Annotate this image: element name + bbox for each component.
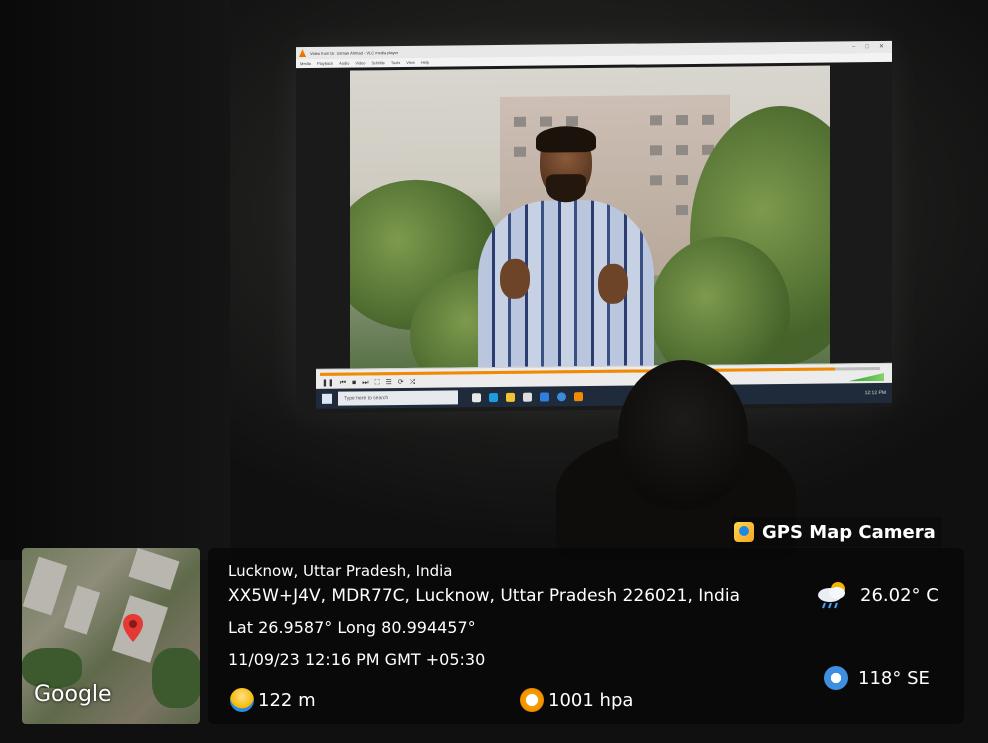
full-address: XX5W+J4V, MDR77C, Lucknow, Uttar Pradesh…	[228, 586, 740, 606]
loop-icon[interactable]: ⟳	[398, 378, 404, 387]
taskbar-apps	[472, 391, 583, 402]
lat-long-coordinates: Lat 26.9587° Long 80.994457°	[228, 618, 476, 637]
wind-stat: 118° SE	[824, 666, 930, 690]
window-controls: – □ ✕	[852, 41, 892, 53]
map-thumbnail: Google	[22, 548, 200, 724]
pressure-gauge-icon	[520, 688, 544, 712]
close-button[interactable]: ✕	[879, 41, 884, 53]
next-icon[interactable]: ⏭	[362, 378, 368, 387]
menu-audio[interactable]: Audio	[339, 59, 349, 68]
menu-help[interactable]: Help	[421, 58, 429, 67]
temperature-value: 26.02° C	[860, 584, 939, 606]
speaker-hair	[536, 125, 596, 153]
chrome-icon[interactable]	[557, 391, 566, 401]
map-pin-icon	[123, 614, 143, 642]
google-logo-text: Google	[34, 682, 112, 707]
maximize-button[interactable]: □	[865, 41, 869, 53]
cloud-rain-sun-icon	[818, 582, 845, 609]
menu-video[interactable]: Video	[355, 58, 365, 67]
menu-subtitle[interactable]: Subtitle	[372, 58, 385, 67]
pressure-stat: 1001 hpa	[520, 688, 633, 712]
windows-start-icon[interactable]	[322, 393, 332, 404]
gps-map-camera-icon	[734, 522, 754, 542]
volume-slider[interactable]	[848, 373, 884, 381]
temperature-stat: 26.02° C	[816, 580, 939, 610]
vlc-taskbar-icon[interactable]	[574, 391, 583, 401]
store-icon[interactable]	[523, 392, 532, 402]
stop-icon[interactable]: ■	[352, 378, 356, 387]
vlc-cone-icon	[299, 49, 306, 57]
date-time: 11/09/23 12:16 PM GMT +05:30	[228, 650, 486, 669]
playlist-icon[interactable]: ☰	[386, 378, 392, 387]
speaker-left-hand	[500, 258, 530, 299]
previous-icon[interactable]: ⏮	[340, 379, 346, 388]
fullscreen-icon[interactable]: ⛶	[375, 378, 380, 387]
viewer-head-silhouette	[618, 360, 748, 510]
altitude-icon	[230, 688, 254, 712]
location-city: Lucknow, Uttar Pradesh, India	[228, 562, 453, 580]
video-frame[interactable]	[350, 65, 830, 371]
minimize-button[interactable]: –	[852, 41, 855, 53]
speaker-right-hand	[598, 263, 628, 304]
explorer-icon[interactable]	[506, 392, 515, 402]
wind-value: 118° SE	[858, 667, 930, 689]
pressure-value: 1001 hpa	[548, 689, 634, 711]
altitude-value: 122 m	[258, 689, 316, 711]
menu-tools[interactable]: Tools	[391, 58, 400, 67]
task-view-icon[interactable]	[472, 392, 481, 402]
gps-brand-badge: GPS Map Camera	[732, 517, 942, 547]
menu-playback[interactable]: Playback	[317, 59, 333, 68]
seek-progress	[320, 367, 836, 376]
wind-compass-icon	[824, 666, 848, 690]
projected-screen: Video from Dr. Usman Ahmad - VLC media p…	[296, 40, 892, 414]
player-window-title: Video from Dr. Usman Ahmad - VLC media p…	[310, 49, 399, 56]
taskbar-search-input[interactable]: Type here to search	[338, 390, 458, 406]
brand-title: GPS Map Camera	[762, 521, 936, 543]
edge-icon[interactable]	[489, 392, 498, 402]
playback-buttons: ❚❚ ⏮ ■ ⏭ ⛶ ☰ ⟳ ⤨	[322, 378, 415, 388]
menu-media[interactable]: Media	[300, 59, 311, 68]
menu-view[interactable]: View	[406, 58, 415, 67]
altitude-stat: 122 m	[230, 688, 316, 712]
mail-icon[interactable]	[540, 391, 549, 402]
shuffle-icon[interactable]: ⤨	[410, 378, 416, 387]
seek-bar[interactable]	[320, 367, 880, 376]
system-tray-clock[interactable]: 12:12 PM	[865, 390, 886, 396]
pause-icon[interactable]: ❚❚	[322, 379, 334, 388]
wall-corner-shadow	[0, 0, 230, 560]
